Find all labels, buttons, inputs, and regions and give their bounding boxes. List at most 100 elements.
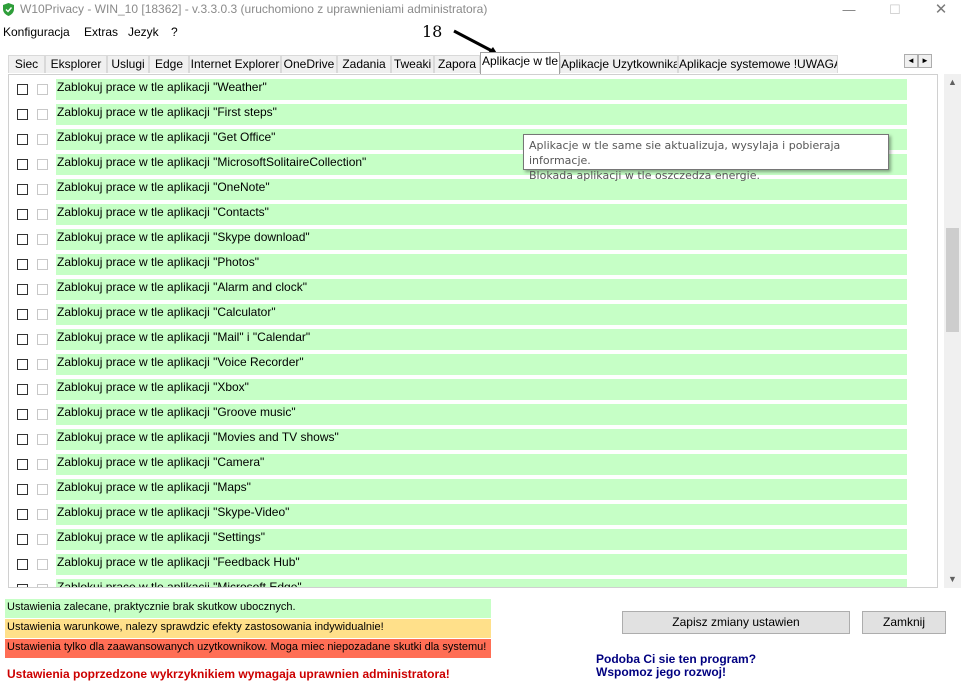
secondary-checkbox[interactable] [37,584,48,587]
tab-scroll-right-button[interactable]: ► [918,54,932,68]
title-bar: W10Privacy - WIN_10 [18362] - v.3.3.0.3 … [0,0,963,20]
tab-user-apps[interactable]: Aplikacje Uzytkownika [560,55,678,73]
secondary-checkbox[interactable] [37,259,48,270]
setting-label: Zablokuj prace w tle aplikacji "Movies a… [56,429,907,450]
tab-tasks[interactable]: Zadania [337,55,391,73]
apply-checkbox[interactable] [17,109,28,120]
setting-label: Zablokuj prace w tle aplikacji "Mail" i … [56,329,907,350]
tooltip-line-1: Aplikacje w tle same sie aktualizuja, wy… [529,139,841,167]
menu-language[interactable]: Jezyk [128,25,159,39]
list-item: Zablokuj prace w tle aplikacji "Maps" [9,479,937,501]
tab-edge[interactable]: Edge [149,55,189,73]
secondary-checkbox[interactable] [37,359,48,370]
tab-scroll-left-button[interactable]: ◄ [904,54,918,68]
apply-checkbox[interactable] [17,534,28,545]
secondary-checkbox[interactable] [37,559,48,570]
list-item: Zablokuj prace w tle aplikacji "Photos" [9,254,937,276]
apply-checkbox[interactable] [17,284,28,295]
secondary-checkbox[interactable] [37,334,48,345]
menu-extras[interactable]: Extras [84,25,118,39]
setting-label: Zablokuj prace w tle aplikacji "Camera" [56,454,907,475]
setting-label: Zablokuj prace w tle aplikacji "Settings… [56,529,907,550]
legend-conditional: Ustawienia warunkowe, nalezy sprawdzic e… [5,619,491,638]
tooltip: Aplikacje w tle same sie aktualizuja, wy… [523,134,889,182]
tab-system-apps[interactable]: Aplikacje systemowe !UWAGA! [678,55,838,73]
list-item: Zablokuj prace w tle aplikacji "Xbox" [9,379,937,401]
list-item: Zablokuj prace w tle aplikacji "Alarm an… [9,279,937,301]
apply-checkbox[interactable] [17,584,28,587]
list-item: Zablokuj prace w tle aplikacji "Movies a… [9,429,937,451]
annotation-number: 18 [422,22,443,41]
setting-label: Zablokuj prace w tle aplikacji "First st… [56,104,907,125]
apply-checkbox[interactable] [17,334,28,345]
secondary-checkbox[interactable] [37,184,48,195]
apply-checkbox[interactable] [17,184,28,195]
secondary-checkbox[interactable] [37,234,48,245]
setting-label: Zablokuj prace w tle aplikacji "Microsof… [56,579,907,587]
setting-label: Zablokuj prace w tle aplikacji "Skype do… [56,229,907,250]
tab-network[interactable]: Siec [8,55,45,73]
secondary-checkbox[interactable] [37,134,48,145]
tab-services[interactable]: Uslugi [107,55,149,73]
secondary-checkbox[interactable] [37,484,48,495]
list-item: Zablokuj prace w tle aplikacji "Settings… [9,529,937,551]
tab-explorer[interactable]: Eksplorer [45,55,107,73]
apply-checkbox[interactable] [17,134,28,145]
list-item: Zablokuj prace w tle aplikacji "Microsof… [9,579,937,587]
tab-onedrive[interactable]: OneDrive [281,55,337,73]
list-item: Zablokuj prace w tle aplikacji "Weather" [9,79,937,101]
setting-label: Zablokuj prace w tle aplikacji "Contacts… [56,204,907,225]
secondary-checkbox[interactable] [37,409,48,420]
apply-checkbox[interactable] [17,84,28,95]
list-item: Zablokuj prace w tle aplikacji "Skype do… [9,229,937,251]
apply-checkbox[interactable] [17,359,28,370]
scroll-down-arrow-icon[interactable]: ▼ [944,571,961,588]
secondary-checkbox[interactable] [37,534,48,545]
minimize-button[interactable]: — [826,0,872,20]
close-button[interactable]: Zamknij [862,611,946,634]
tooltip-line-2: Blokada aplikacji w tle oszczedza energi… [529,169,760,182]
menu-configuration[interactable]: Konfiguracja [3,25,70,39]
secondary-checkbox[interactable] [37,84,48,95]
secondary-checkbox[interactable] [37,434,48,445]
apply-checkbox[interactable] [17,559,28,570]
setting-label: Zablokuj prace w tle aplikacji "Groove m… [56,404,907,425]
secondary-checkbox[interactable] [37,109,48,120]
secondary-checkbox[interactable] [37,209,48,220]
apply-checkbox[interactable] [17,309,28,320]
tab-firewall[interactable]: Zapora [434,55,480,73]
tab-strip: Siec Eksplorer Uslugi Edge Internet Expl… [8,52,938,74]
apply-checkbox[interactable] [17,409,28,420]
apply-checkbox[interactable] [17,159,28,170]
secondary-checkbox[interactable] [37,384,48,395]
list-item: Zablokuj prace w tle aplikacji "Feedback… [9,554,937,576]
tab-tweaks[interactable]: Tweaki [391,55,434,73]
apply-checkbox[interactable] [17,234,28,245]
support-link[interactable]: Wspomoz jego rozwoj! [596,665,726,679]
apply-checkbox[interactable] [17,384,28,395]
menu-help[interactable]: ? [171,25,178,39]
setting-label: Zablokuj prace w tle aplikacji "Voice Re… [56,354,907,375]
secondary-checkbox[interactable] [37,509,48,520]
tab-background-apps[interactable]: Aplikacje w tle [480,52,560,74]
close-window-button[interactable]: ✕ [918,0,963,20]
secondary-checkbox[interactable] [37,309,48,320]
secondary-checkbox[interactable] [37,159,48,170]
window-title: W10Privacy - WIN_10 [18362] - v.3.3.0.3 … [20,2,488,16]
save-settings-button[interactable]: Zapisz zmiany ustawien [622,611,850,634]
secondary-checkbox[interactable] [37,459,48,470]
support-question[interactable]: Podoba Ci sie ten program? [596,652,756,666]
apply-checkbox[interactable] [17,484,28,495]
vertical-scrollbar[interactable]: ▲ ▼ [944,74,961,588]
list-item: Zablokuj prace w tle aplikacji "Skype-Vi… [9,504,937,526]
apply-checkbox[interactable] [17,459,28,470]
secondary-checkbox[interactable] [37,284,48,295]
maximize-button[interactable]: ☐ [872,0,918,20]
apply-checkbox[interactable] [17,259,28,270]
apply-checkbox[interactable] [17,509,28,520]
apply-checkbox[interactable] [17,209,28,220]
apply-checkbox[interactable] [17,434,28,445]
scroll-up-arrow-icon[interactable]: ▲ [944,74,961,91]
tab-internet-explorer[interactable]: Internet Explorer [189,55,281,73]
scrollbar-thumb[interactable] [946,228,959,332]
